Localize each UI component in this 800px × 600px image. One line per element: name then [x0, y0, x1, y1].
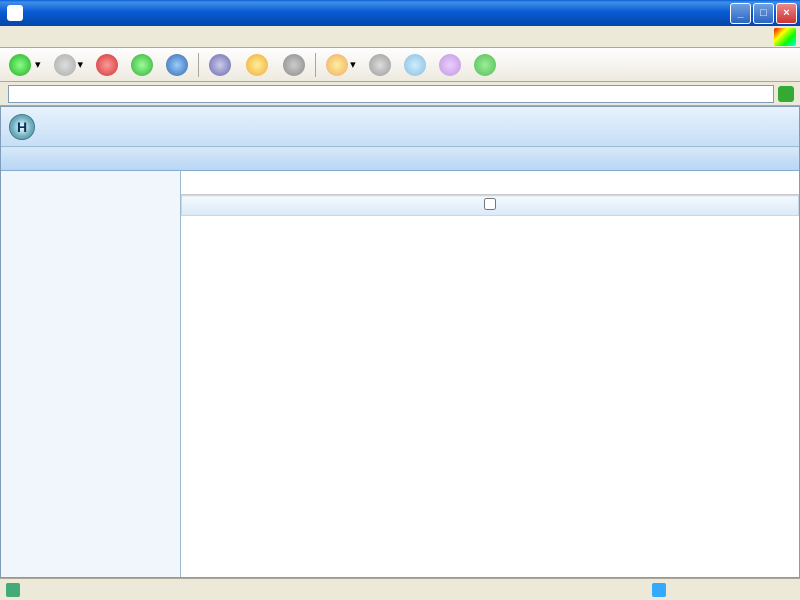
separator [198, 53, 199, 77]
search-icon [209, 54, 231, 76]
back-button[interactable]: ▾ [4, 51, 46, 79]
mail-icon [326, 54, 348, 76]
app-header: H [1, 107, 799, 147]
edit-button[interactable] [399, 51, 431, 79]
select-all-header[interactable] [182, 196, 799, 216]
zone-icon [652, 583, 666, 597]
close-button[interactable]: × [776, 3, 797, 24]
address-input[interactable] [8, 85, 774, 103]
menu-view[interactable] [28, 35, 40, 39]
select-all-checkbox[interactable] [484, 198, 496, 210]
back-icon [9, 54, 31, 76]
menu-tools[interactable] [52, 35, 64, 39]
window-titlebar: _ □ × [0, 0, 800, 26]
edit-icon [404, 54, 426, 76]
messenger-button[interactable] [469, 51, 501, 79]
print-button[interactable] [364, 51, 396, 79]
star-icon [246, 54, 268, 76]
discuss-icon [439, 54, 461, 76]
page-content: H [0, 106, 800, 578]
status-bar [0, 578, 800, 600]
ie-toolbar: ▾ ▾ ▾ [0, 48, 800, 82]
done-icon [6, 583, 20, 597]
history-icon [283, 54, 305, 76]
stop-button[interactable] [91, 51, 123, 79]
history-button[interactable] [278, 51, 310, 79]
messenger-icon [474, 54, 496, 76]
stop-icon [96, 54, 118, 76]
menu-favorites[interactable] [40, 35, 52, 39]
forward-button[interactable]: ▾ [49, 51, 89, 79]
ie-logo-icon [774, 28, 796, 46]
separator [315, 53, 316, 77]
forward-icon [54, 54, 76, 76]
menu-edit[interactable] [16, 35, 28, 39]
grid-header [181, 171, 799, 195]
address-bar [0, 82, 800, 106]
mail-button[interactable]: ▾ [321, 51, 361, 79]
home-icon [166, 54, 188, 76]
discuss-button[interactable] [434, 51, 466, 79]
refresh-button[interactable] [126, 51, 158, 79]
menu-bar [0, 26, 800, 48]
app-logo-icon: H [9, 114, 35, 140]
print-icon [369, 54, 391, 76]
minimize-button[interactable]: _ [730, 3, 751, 24]
app-icon [7, 5, 23, 21]
refresh-icon [131, 54, 153, 76]
home-button[interactable] [161, 51, 193, 79]
search-button[interactable] [204, 51, 238, 79]
tab-bar [1, 147, 799, 171]
go-icon [778, 86, 794, 102]
maximize-button[interactable]: □ [753, 3, 774, 24]
data-grid [181, 195, 799, 577]
go-button[interactable] [778, 86, 796, 102]
main-panel [181, 171, 799, 577]
favorites-button[interactable] [241, 51, 275, 79]
menu-help[interactable] [64, 35, 76, 39]
menu-file[interactable] [4, 35, 16, 39]
tree-panel [1, 171, 181, 577]
